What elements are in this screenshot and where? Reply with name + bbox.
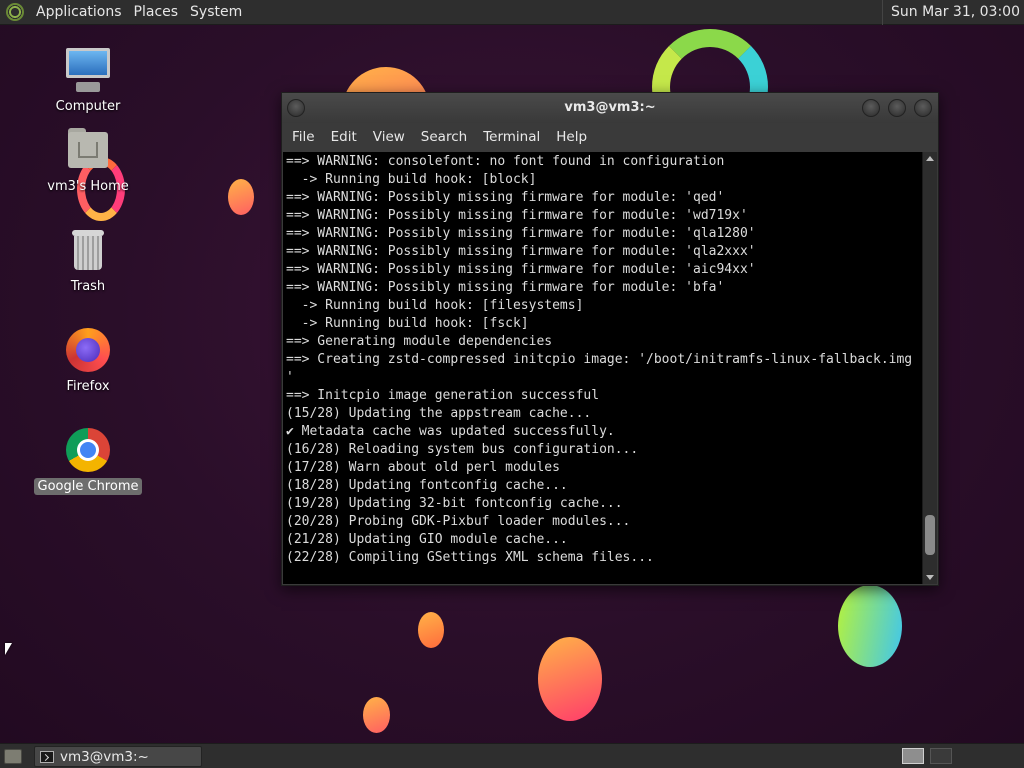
terminal-line: ==> WARNING: Possibly missing firmware f… [286,226,756,241]
desktop-icon-label: vm3's Home [47,179,129,194]
window-title: vm3@vm3:~ [564,100,656,115]
distro-logo-icon[interactable] [6,3,24,21]
home-folder-icon [64,126,112,174]
terminal-line: ✔ Metadata cache was updated successfull… [286,424,615,439]
menu-search[interactable]: Search [413,123,475,151]
desktop-icon-label: Trash [70,279,106,294]
terminal-line: ==> WARNING: Possibly missing firmware f… [286,208,748,223]
close-button[interactable] [914,99,932,117]
menu-terminal[interactable]: Terminal [475,123,548,151]
maximize-button[interactable] [888,99,906,117]
terminal-line: ==> WARNING: consolefont: no font found … [286,154,725,169]
wallpaper-bubble [538,637,602,721]
minimize-button[interactable] [862,99,880,117]
desktop-icon-firefox[interactable]: Firefox [33,326,143,395]
terminal-menubar: File Edit View Search Terminal Help [282,123,938,151]
menu-help[interactable]: Help [548,123,595,151]
workspace-1[interactable] [902,748,924,764]
scroll-up-arrow-icon[interactable] [926,156,934,161]
window-menu-button[interactable] [287,99,305,117]
terminal-line: (15/28) Updating the appstream cache... [286,406,592,421]
chrome-icon [64,426,112,474]
firefox-icon [64,326,112,374]
desktop-icon-computer[interactable]: Computer [33,46,143,115]
taskbar-item-label: vm3@vm3:~ [60,748,149,765]
terminal-line: -> Running build hook: [filesystems] [286,298,584,313]
wallpaper-bubble [418,612,444,648]
taskbar-item-terminal[interactable]: vm3@vm3:~ [34,746,202,767]
wallpaper-bubble [363,697,390,733]
bottom-panel: vm3@vm3:~ [0,743,1024,768]
menu-places[interactable]: Places [128,0,185,25]
desktop-icon-home[interactable]: vm3's Home [33,126,143,195]
terminal-line: ==> Creating zstd-compressed initcpio im… [286,352,913,367]
menu-file[interactable]: File [284,123,323,151]
terminal-scrollbar[interactable] [922,152,937,584]
menu-system[interactable]: System [184,0,248,25]
terminal-line: (22/28) Compiling GSettings XML schema f… [286,550,654,565]
desktop-icon-label: Firefox [66,379,110,394]
mouse-pointer-icon [5,643,12,655]
terminal-window: vm3@vm3:~ File Edit View Search Terminal… [281,92,939,586]
terminal-line: ==> WARNING: Possibly missing firmware f… [286,262,756,277]
clock[interactable]: Sun Mar 31, 03:00 [881,0,1020,25]
desktop-icon-trash[interactable]: Trash [33,226,143,295]
scroll-down-arrow-icon[interactable] [926,575,934,580]
trash-icon [64,226,112,274]
menu-edit[interactable]: Edit [323,123,365,151]
terminal-line: ==> Generating module dependencies [286,334,553,349]
terminal-line: -> Running build hook: [block] [286,172,537,187]
terminal-line: -> Running build hook: [fsck] [286,316,529,331]
desktop-icon-label: Computer [55,99,121,114]
top-panel: Applications Places System Sun Mar 31, 0… [0,0,1024,25]
terminal-output[interactable]: ==> WARNING: consolefont: no font found … [283,152,922,584]
workspace-2[interactable] [930,748,952,764]
terminal-titlebar[interactable]: vm3@vm3:~ [282,93,938,123]
scrollbar-thumb[interactable] [925,515,935,556]
terminal-line: (18/28) Updating fontconfig cache... [286,478,568,493]
terminal-line: ==> WARNING: Possibly missing firmware f… [286,244,756,259]
terminal-line: (19/28) Updating 32-bit fontconfig cache… [286,496,623,511]
terminal-icon [40,750,54,763]
terminal-line: (21/28) Updating GIO module cache... [286,532,568,547]
terminal-line: ' [286,370,294,385]
desktop-icon-label: Google Chrome [33,478,143,495]
terminal-line: ==> WARNING: Possibly missing firmware f… [286,280,725,295]
terminal-line: (17/28) Warn about old perl modules [286,460,560,475]
computer-icon [64,46,112,94]
terminal-line: ==> WARNING: Possibly missing firmware f… [286,190,725,205]
wallpaper-bubble [228,179,254,215]
terminal-line: (20/28) Probing GDK-Pixbuf loader module… [286,514,631,529]
menu-view[interactable]: View [365,123,413,151]
terminal-line: (16/28) Reloading system bus configurati… [286,442,639,457]
show-desktop-icon[interactable] [4,749,22,764]
menu-applications[interactable]: Applications [30,0,128,25]
wallpaper-bubble [838,585,902,667]
terminal-line: ==> Initcpio image generation successful [286,388,600,403]
desktop-icon-chrome[interactable]: Google Chrome [33,426,143,495]
